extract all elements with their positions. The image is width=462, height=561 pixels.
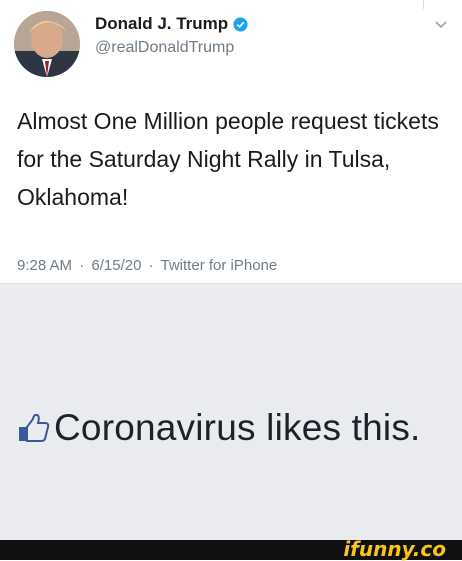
avatar[interactable] (14, 11, 80, 77)
display-name-text: Donald J. Trump (95, 14, 229, 33)
ifunny-watermark: ifunny.co (343, 537, 446, 561)
verified-badge-icon (233, 16, 248, 32)
chevron-down-icon[interactable] (434, 19, 448, 29)
tweet-time[interactable]: 9:28 AM (17, 257, 72, 274)
tweet-card: Donald J. Trump @realDonaldTrump Almost … (0, 0, 462, 283)
tweet-date[interactable]: 6/15/20 (91, 257, 141, 274)
tweet-text: Almost One Million people request ticket… (17, 108, 439, 210)
meta-separator: · (148, 257, 154, 274)
like-notice: Coronavirus likes this. (16, 407, 421, 449)
like-notice-text: Coronavirus likes this. (54, 407, 421, 448)
user-handle[interactable]: @realDonaldTrump (95, 39, 234, 57)
tweet-meta: 9:28 AM · 6/15/20 · Twitter for iPhone (17, 257, 277, 274)
display-name[interactable]: Donald J. Trump (95, 14, 248, 34)
edge-line (423, 0, 424, 9)
tweet-source[interactable]: Twitter for iPhone (161, 257, 278, 274)
avatar-photo-icon (14, 11, 80, 77)
meta-separator: · (79, 257, 85, 274)
thumbs-up-icon[interactable] (16, 410, 52, 446)
